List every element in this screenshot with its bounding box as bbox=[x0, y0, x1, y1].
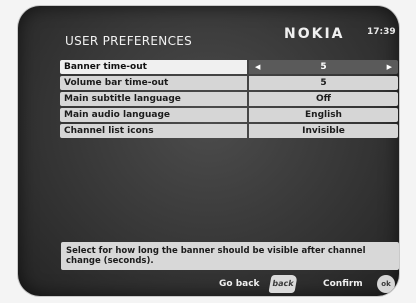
tv-screen: USER PREFERENCES NOKIA 17:39 Banner time… bbox=[18, 6, 399, 296]
back-key-label: back bbox=[271, 279, 295, 288]
menu-row-value-text: Invisible bbox=[302, 126, 345, 136]
ok-key-icon[interactable]: ok bbox=[377, 275, 395, 293]
menu-row-value[interactable]: ◀ 5 ▶ bbox=[249, 60, 398, 74]
go-back-label: Go back bbox=[219, 279, 260, 289]
page-title: USER PREFERENCES bbox=[65, 34, 193, 48]
back-key-icon[interactable]: back bbox=[268, 275, 298, 293]
brand-logo: NOKIA bbox=[284, 26, 345, 42]
menu-row-value-text: Off bbox=[316, 94, 331, 104]
menu-row-label: Main subtitle language bbox=[60, 92, 247, 106]
menu-row-main-audio-language[interactable]: Main audio language English bbox=[60, 108, 398, 122]
help-text: Select for how long the banner should be… bbox=[66, 246, 366, 266]
confirm-label: Confirm bbox=[323, 279, 363, 289]
ok-key-label: ok bbox=[381, 280, 391, 288]
menu-row-value[interactable]: Invisible bbox=[249, 124, 398, 138]
menu-row-value[interactable]: English bbox=[249, 108, 398, 122]
preferences-menu: Banner time-out ◀ 5 ▶ Volume bar time-ou… bbox=[60, 60, 398, 140]
arrow-left-icon[interactable]: ◀ bbox=[255, 60, 260, 74]
menu-row-value-text: 5 bbox=[320, 78, 327, 88]
arrow-right-icon[interactable]: ▶ bbox=[387, 60, 392, 74]
clock: 17:39 bbox=[367, 27, 396, 37]
menu-row-value-text: 5 bbox=[320, 62, 327, 72]
menu-row-volume-bar-timeout[interactable]: Volume bar time-out 5 bbox=[60, 76, 398, 90]
menu-row-channel-list-icons[interactable]: Channel list icons Invisible bbox=[60, 124, 398, 138]
menu-row-value[interactable]: 5 bbox=[249, 76, 398, 90]
menu-row-main-subtitle-language[interactable]: Main subtitle language Off bbox=[60, 92, 398, 106]
menu-row-banner-timeout[interactable]: Banner time-out ◀ 5 ▶ bbox=[60, 60, 398, 74]
menu-row-value-text: English bbox=[305, 110, 342, 120]
menu-row-label: Banner time-out bbox=[60, 60, 247, 74]
menu-row-label: Channel list icons bbox=[60, 124, 247, 138]
menu-row-label: Main audio language bbox=[60, 108, 247, 122]
menu-row-value[interactable]: Off bbox=[249, 92, 398, 106]
help-text-box: Select for how long the banner should be… bbox=[61, 242, 399, 270]
footer-controls: Go back back Confirm ok bbox=[214, 273, 399, 295]
menu-row-label: Volume bar time-out bbox=[60, 76, 247, 90]
